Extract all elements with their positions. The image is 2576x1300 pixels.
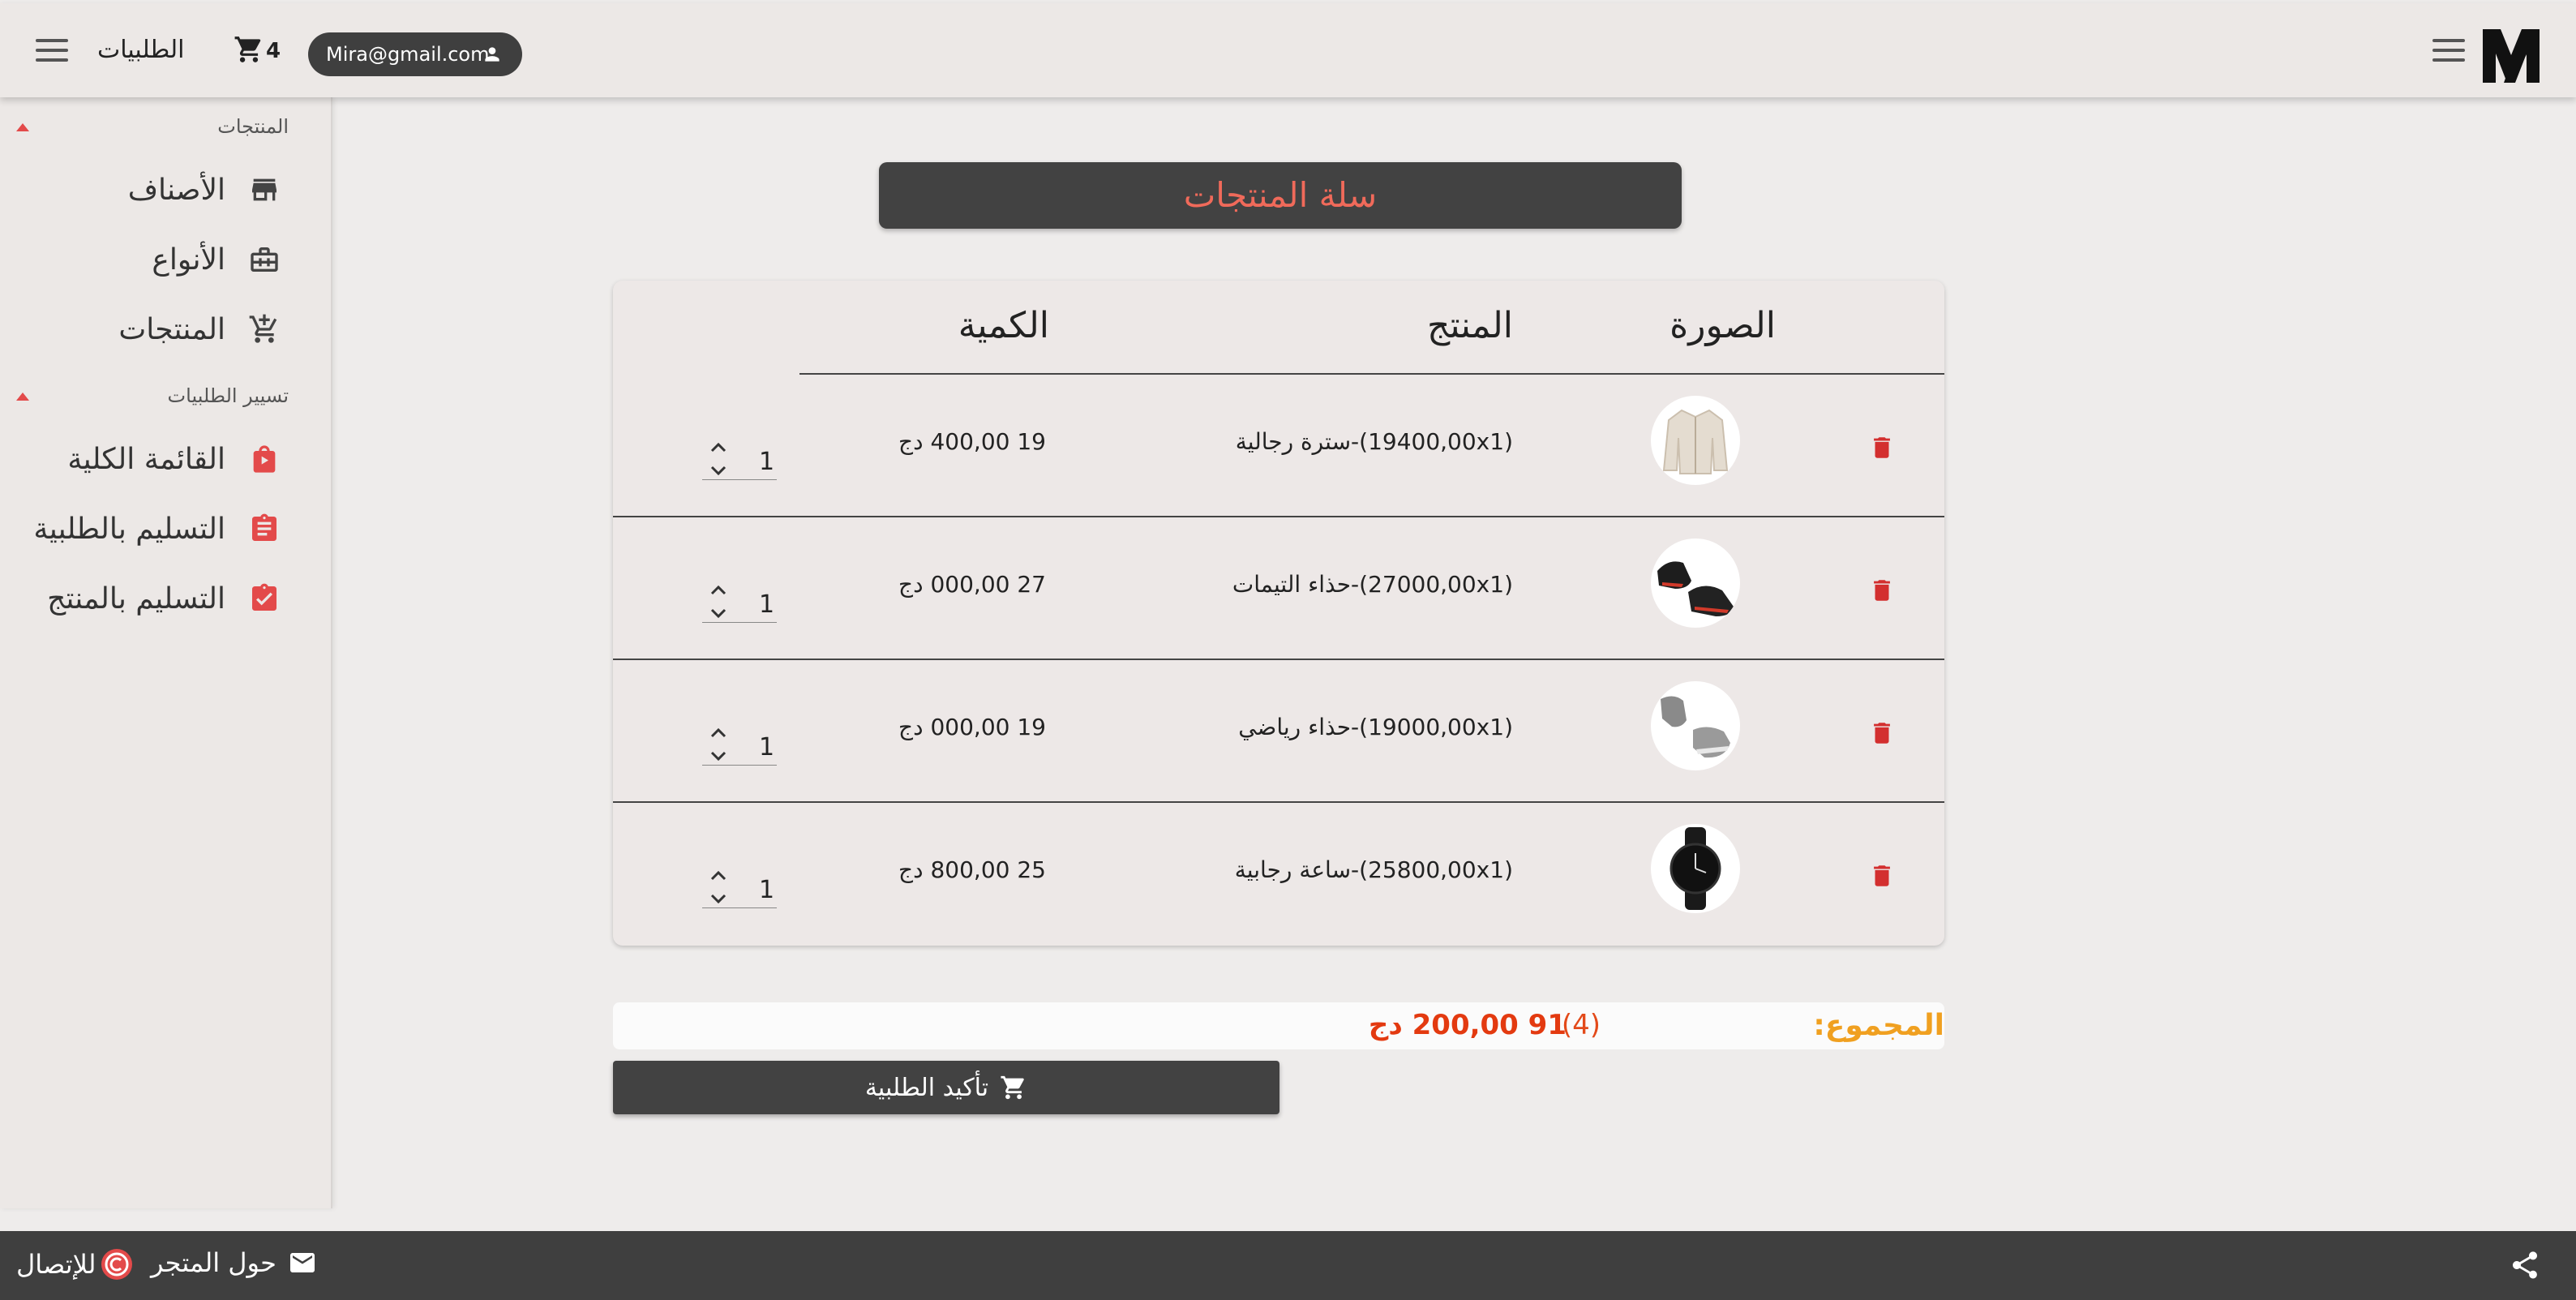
brand-logo[interactable] — [2480, 26, 2543, 84]
total-summary: المجموع: (4) 91 200,00 دج — [613, 1002, 1944, 1049]
clipboard-list-icon — [246, 511, 282, 547]
user-email-chip[interactable]: Mira@gmail.com — [308, 32, 522, 76]
quantity-value: 1 — [759, 590, 775, 619]
orders-link[interactable]: الطلبيات — [97, 36, 185, 64]
cart-icon — [1001, 1075, 1024, 1100]
table-row: (25800,00x1)-ساعة رجابية 25 800,00 دج 1 — [613, 803, 1944, 946]
product-price: 19 400,00 دج — [898, 428, 1046, 455]
stepper-arrows-icon[interactable] — [707, 436, 730, 482]
quantity-value: 1 — [759, 876, 775, 904]
product-price: 25 800,00 دج — [898, 856, 1046, 883]
user-email: Mira@gmail.com — [326, 43, 490, 66]
total-amount: 91 200,00 دج — [1368, 1009, 1567, 1041]
sidebar: المنتجات الأصناف الأنواع المنتجات تسيير … — [0, 97, 332, 1208]
header-image: الصورة — [1669, 305, 1776, 346]
product-name: (27000,00x1)-حذاء التيمات — [1232, 571, 1513, 598]
cart-add-icon — [246, 311, 282, 347]
about-store-link[interactable]: حول المتجر — [151, 1247, 317, 1278]
mail-icon — [289, 1253, 315, 1272]
table-row: (19400,00x1)-سترة رجالية 19 400,00 دج 1 — [613, 375, 1944, 517]
quantity-value: 1 — [759, 448, 775, 476]
stepper-arrows-icon[interactable] — [707, 722, 730, 767]
copyright-icon — [101, 1249, 132, 1280]
header-product: المنتج — [1426, 305, 1513, 346]
sidebar-item-categories[interactable]: الأصناف — [128, 165, 282, 214]
page-title: سلة المنتجات — [879, 162, 1682, 229]
sidebar-item-label: المنتجات — [118, 312, 225, 346]
trash-icon[interactable] — [1868, 717, 1896, 749]
sidebar-section-products: المنتجات — [217, 115, 289, 138]
confirm-order-button[interactable]: تأكيد الطلبية — [613, 1061, 1279, 1114]
person-icon — [485, 47, 499, 62]
product-name: (19400,00x1)-سترة رجالية — [1235, 428, 1513, 455]
sidebar-item-label: التسليم بالمنتج — [47, 581, 225, 616]
quantity-stepper[interactable]: 1 — [702, 582, 777, 623]
trash-icon[interactable] — [1868, 431, 1896, 464]
quantity-stepper[interactable]: 1 — [702, 868, 777, 908]
cart-button[interactable]: 4 — [234, 34, 285, 70]
stepper-arrows-icon[interactable] — [707, 579, 730, 624]
product-name: (25800,00x1)-ساعة رجابية — [1234, 856, 1513, 883]
footer: للإتصال حول المتجر — [0, 1231, 2576, 1300]
bag-icon — [246, 441, 282, 477]
store-icon — [246, 172, 282, 208]
cart-count-badge: 4 — [266, 39, 281, 63]
quantity-stepper[interactable]: 1 — [702, 725, 777, 766]
sidebar-section-orders: تسيير الطلبيات — [167, 384, 289, 407]
confirm-order-label: تأكيد الطلبية — [864, 1073, 989, 1102]
product-image-jacket — [1651, 396, 1740, 485]
table-row: (19000,00x1)-حذاء رياضي 19 000,00 دج 1 — [613, 660, 1944, 803]
sidebar-item-products[interactable]: المنتجات — [118, 305, 282, 354]
sidebar-item-label: الأصناف — [127, 173, 225, 207]
trash-icon[interactable] — [1868, 860, 1896, 892]
contact-link[interactable]: للإتصال — [16, 1247, 134, 1281]
product-price: 19 000,00 دج — [898, 714, 1046, 740]
cart-icon — [234, 36, 261, 62]
quantity-stepper[interactable]: 1 — [702, 440, 777, 480]
about-store-label: حول المتجر — [151, 1247, 276, 1278]
stepper-arrows-icon[interactable] — [707, 865, 730, 910]
product-name: (19000,00x1)-حذاء رياضي — [1238, 714, 1513, 740]
sidebar-item-label: الأنواع — [152, 242, 225, 277]
sidebar-item-label: التسليم بالطلبية — [33, 512, 225, 546]
clipboard-check-icon — [246, 581, 282, 616]
product-price: 27 000,00 دج — [898, 571, 1046, 598]
quantity-value: 1 — [759, 733, 775, 762]
product-image-sneakers-grey — [1651, 681, 1740, 770]
collapse-orders-icon[interactable] — [16, 393, 29, 401]
table-row: (27000,00x1)-حذاء التيمات 27 000,00 دج 1 — [613, 517, 1944, 660]
total-label: المجموع: — [1813, 1009, 1944, 1042]
menu-icon[interactable] — [36, 39, 68, 63]
sidebar-item-types[interactable]: الأنواع — [152, 235, 282, 284]
share-icon[interactable] — [2509, 1249, 2541, 1281]
trash-icon[interactable] — [1868, 574, 1896, 607]
header-quantity: الكمية — [958, 305, 1049, 346]
product-image-watch — [1651, 824, 1740, 913]
total-count: (4) — [1561, 1009, 1601, 1041]
sidebar-item-delivery-by-product[interactable]: التسليم بالمنتج — [47, 574, 282, 623]
contact-label: للإتصال — [16, 1249, 96, 1280]
briefcase-icon — [246, 242, 282, 277]
sidebar-item-delivery-by-order[interactable]: التسليم بالطلبية — [33, 504, 282, 553]
top-app-bar: الطلبيات 4 Mira@gmail.com — [0, 3, 2576, 97]
cart-table: الصورة المنتج الكمية (19400,00x1)-سترة ر… — [613, 281, 1944, 946]
product-image-sneakers — [1651, 538, 1740, 628]
menu-icon-right[interactable] — [2432, 39, 2465, 63]
sidebar-item-all-list[interactable]: القائمة الكلية — [67, 435, 282, 483]
sidebar-item-label: القائمة الكلية — [67, 442, 225, 476]
collapse-products-icon[interactable] — [16, 123, 29, 131]
